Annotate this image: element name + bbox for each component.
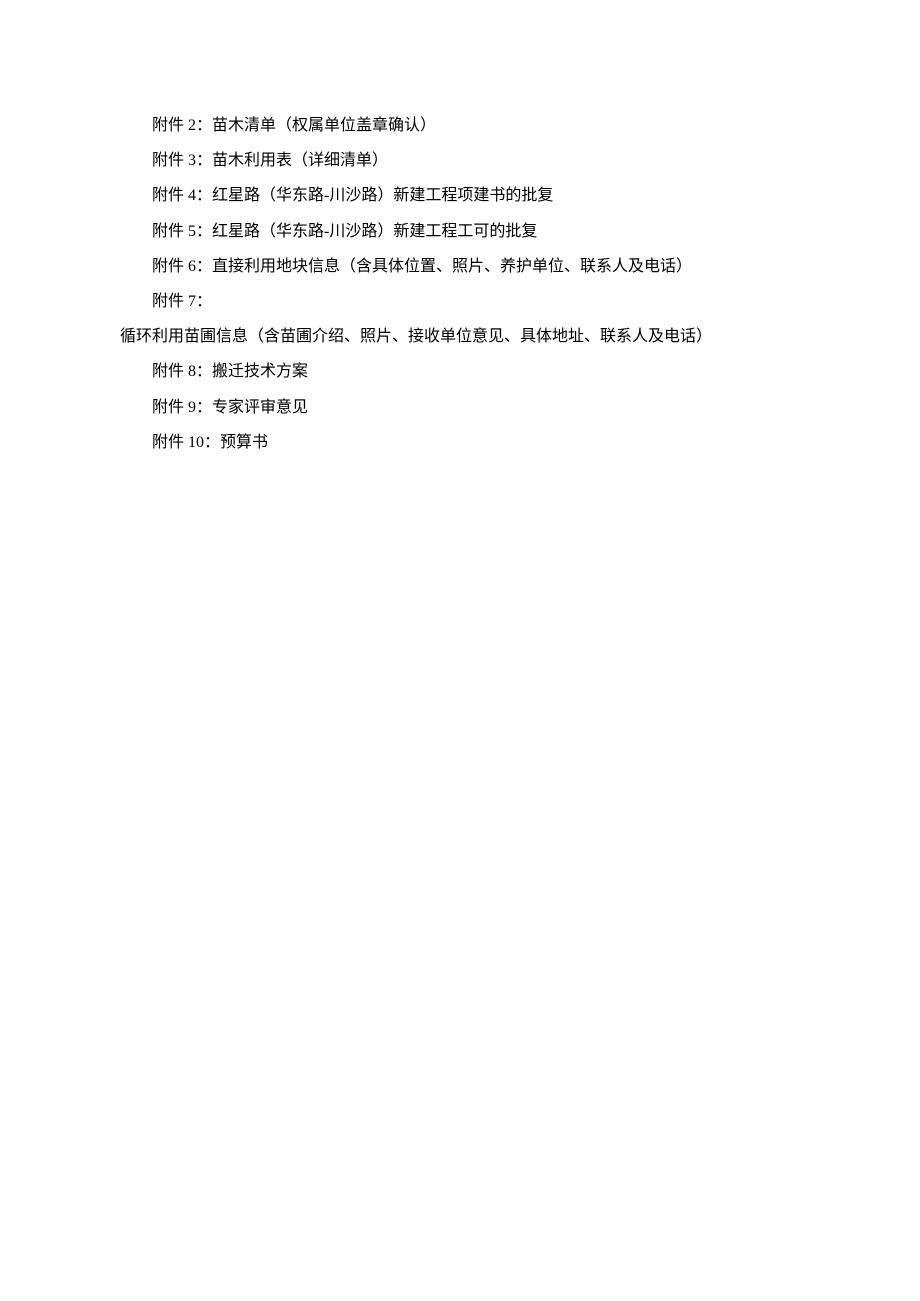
attachment-label: 附件 9： bbox=[152, 399, 212, 416]
attachment-text: 苗木利用表（详细清单） bbox=[212, 152, 388, 169]
attachment-item-2: 附件 2：苗木清单（权属单位盖章确认） bbox=[120, 108, 800, 143]
document-body: 附件 2：苗木清单（权属单位盖章确认） 附件 3：苗木利用表（详细清单） 附件 … bbox=[120, 108, 800, 460]
attachment-text: 预算书 bbox=[220, 434, 268, 451]
attachment-label: 附件 6： bbox=[152, 258, 212, 275]
attachment-text: 红星路（华东路-川沙路）新建工程工可的批复 bbox=[212, 223, 537, 240]
attachment-item-10: 附件 10：预算书 bbox=[120, 425, 800, 460]
attachment-label: 附件 8： bbox=[152, 363, 212, 380]
attachment-text: 红星路（华东路-川沙路）新建工程项建书的批复 bbox=[212, 187, 553, 204]
attachment-item-7: 附件 7： 循环利用苗圃信息（含苗圃介绍、照片、接收单位意见、具体地址、联系人及电… bbox=[120, 284, 800, 354]
attachment-text: 搬迁技术方案 bbox=[212, 363, 308, 380]
attachment-label: 附件 2： bbox=[152, 117, 212, 134]
attachment-item-6: 附件 6：直接利用地块信息（含具体位置、照片、养护单位、联系人及电话） bbox=[120, 249, 800, 284]
attachment-item-5: 附件 5：红星路（华东路-川沙路）新建工程工可的批复 bbox=[120, 214, 800, 249]
attachment-label: 附件 5： bbox=[152, 223, 212, 240]
attachment-item-3: 附件 3：苗木利用表（详细清单） bbox=[120, 143, 800, 178]
attachment-text: 循环利用苗圃信息（含苗圃介绍、照片、接收单位意见、具体地址、联系人及电话） bbox=[120, 328, 712, 345]
attachment-label: 附件 4： bbox=[152, 187, 212, 204]
attachment-label: 附件 10： bbox=[152, 434, 220, 451]
attachment-item-4: 附件 4：红星路（华东路-川沙路）新建工程项建书的批复 bbox=[120, 178, 800, 213]
attachment-label: 附件 3： bbox=[152, 152, 212, 169]
attachment-item-8: 附件 8：搬迁技术方案 bbox=[120, 354, 800, 389]
attachment-text: 专家评审意见 bbox=[212, 399, 308, 416]
attachment-text: 苗木清单（权属单位盖章确认） bbox=[212, 117, 436, 134]
attachment-text: 直接利用地块信息（含具体位置、照片、养护单位、联系人及电话） bbox=[212, 258, 692, 275]
attachment-item-9: 附件 9：专家评审意见 bbox=[120, 390, 800, 425]
attachment-label: 附件 7： bbox=[152, 293, 212, 310]
